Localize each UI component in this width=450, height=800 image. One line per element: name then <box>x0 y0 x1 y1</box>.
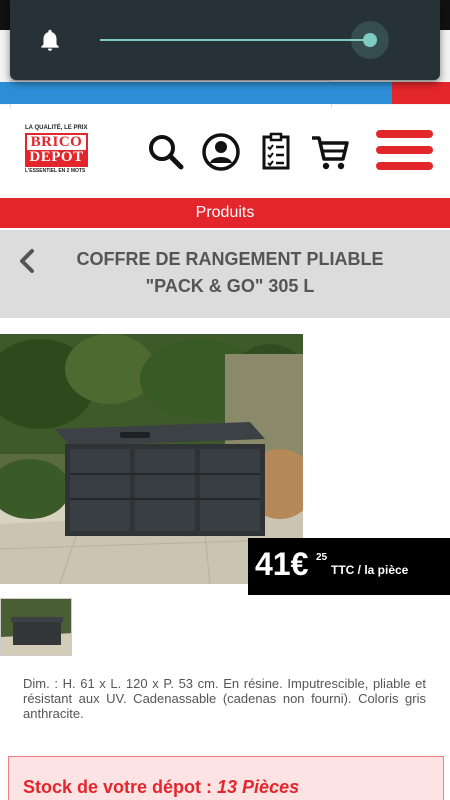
list-icon[interactable] <box>256 132 296 172</box>
product-thumbnail-image <box>1 599 71 655</box>
logo-tagline-top: LA QUALITÉ, LE PRIX <box>25 125 88 131</box>
promo-tab[interactable] <box>392 82 450 104</box>
brightness-slider-thumb[interactable] <box>363 33 377 47</box>
store-stock-box: Stock de votre dépot : 13 Pièces <box>8 756 444 800</box>
brightness-notification <box>10 0 440 80</box>
product-description: Dim. : H. 61 x L. 120 x P. 53 cm. En rés… <box>23 676 426 721</box>
brico-depot-logo[interactable]: LA QUALITÉ, LE PRIX BRICO DEPOT L'ESSENT… <box>25 125 89 183</box>
bell-icon <box>41 29 59 51</box>
price-tag: 41€ 25 TTC / la pièce <box>248 538 450 595</box>
cart-icon[interactable] <box>310 132 350 172</box>
brightness-slider-track[interactable] <box>100 39 370 41</box>
price-euros: 41€ <box>255 546 309 582</box>
back-arrow-icon[interactable] <box>15 246 39 276</box>
site-header: LA QUALITÉ, LE PRIX BRICO DEPOT L'ESSENT… <box>0 108 450 198</box>
price-cents: 25 <box>316 552 328 563</box>
logo-brand-line1: BRICO <box>30 134 83 150</box>
stock-label: Stock de votre dépot : <box>23 777 218 797</box>
promo-banner-strip <box>0 82 392 104</box>
logo-box: BRICO DEPOT <box>25 133 88 167</box>
menu-icon[interactable] <box>376 130 433 176</box>
stock-value: 13 Pièces <box>217 777 300 797</box>
price-unit: TTC / la pièce <box>331 563 409 577</box>
product-title: COFFRE DE RANGEMENT PLIABLE "PACK & GO" … <box>76 249 384 296</box>
product-thumbnail[interactable] <box>0 598 72 656</box>
logo-tagline-bottom: L'ESSENTIEL EN 2 MOTS <box>25 168 86 174</box>
product-title-band: COFFRE DE RANGEMENT PLIABLE "PACK & GO" … <box>0 230 450 318</box>
logo-brand-line2: DEPOT <box>27 150 86 165</box>
stock-text: Stock de votre dépot : 13 Pièces <box>23 777 299 798</box>
products-nav-bar[interactable]: Produits <box>0 198 450 228</box>
account-icon[interactable] <box>201 132 241 172</box>
search-icon[interactable] <box>146 132 186 172</box>
